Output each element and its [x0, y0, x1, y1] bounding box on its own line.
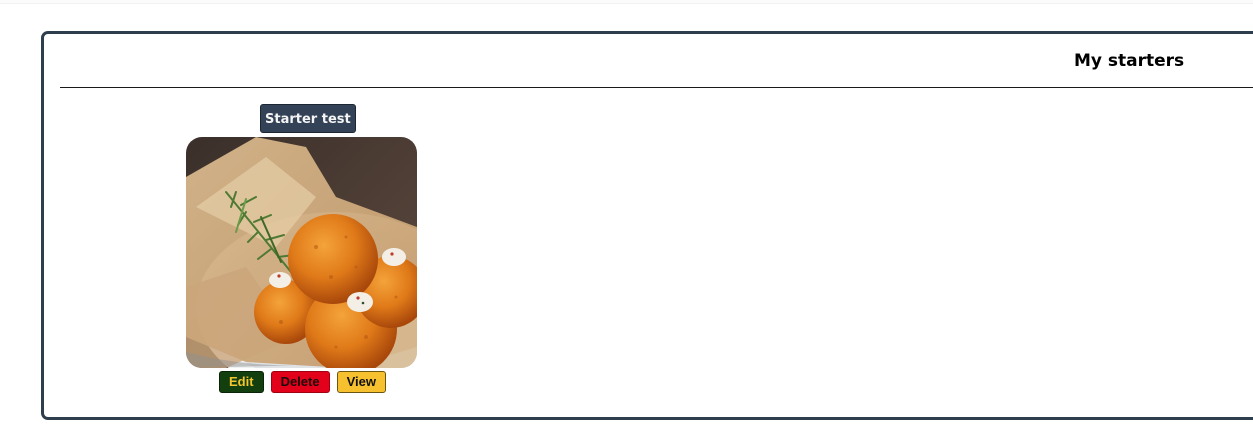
- top-bar: [0, 0, 1253, 4]
- starters-panel: My starters Starter test Edit Delete Vie…: [41, 31, 1253, 420]
- starter-title-badge[interactable]: Starter test: [260, 104, 356, 133]
- starter-photo-image: [186, 137, 417, 368]
- edit-button[interactable]: Edit: [219, 371, 264, 393]
- title-divider: [60, 87, 1253, 88]
- starter-photo: [186, 137, 417, 368]
- delete-button[interactable]: Delete: [270, 371, 330, 393]
- view-button[interactable]: View: [336, 371, 386, 393]
- card-actions: Edit Delete View: [219, 371, 386, 393]
- page-title: My starters: [1074, 51, 1185, 71]
